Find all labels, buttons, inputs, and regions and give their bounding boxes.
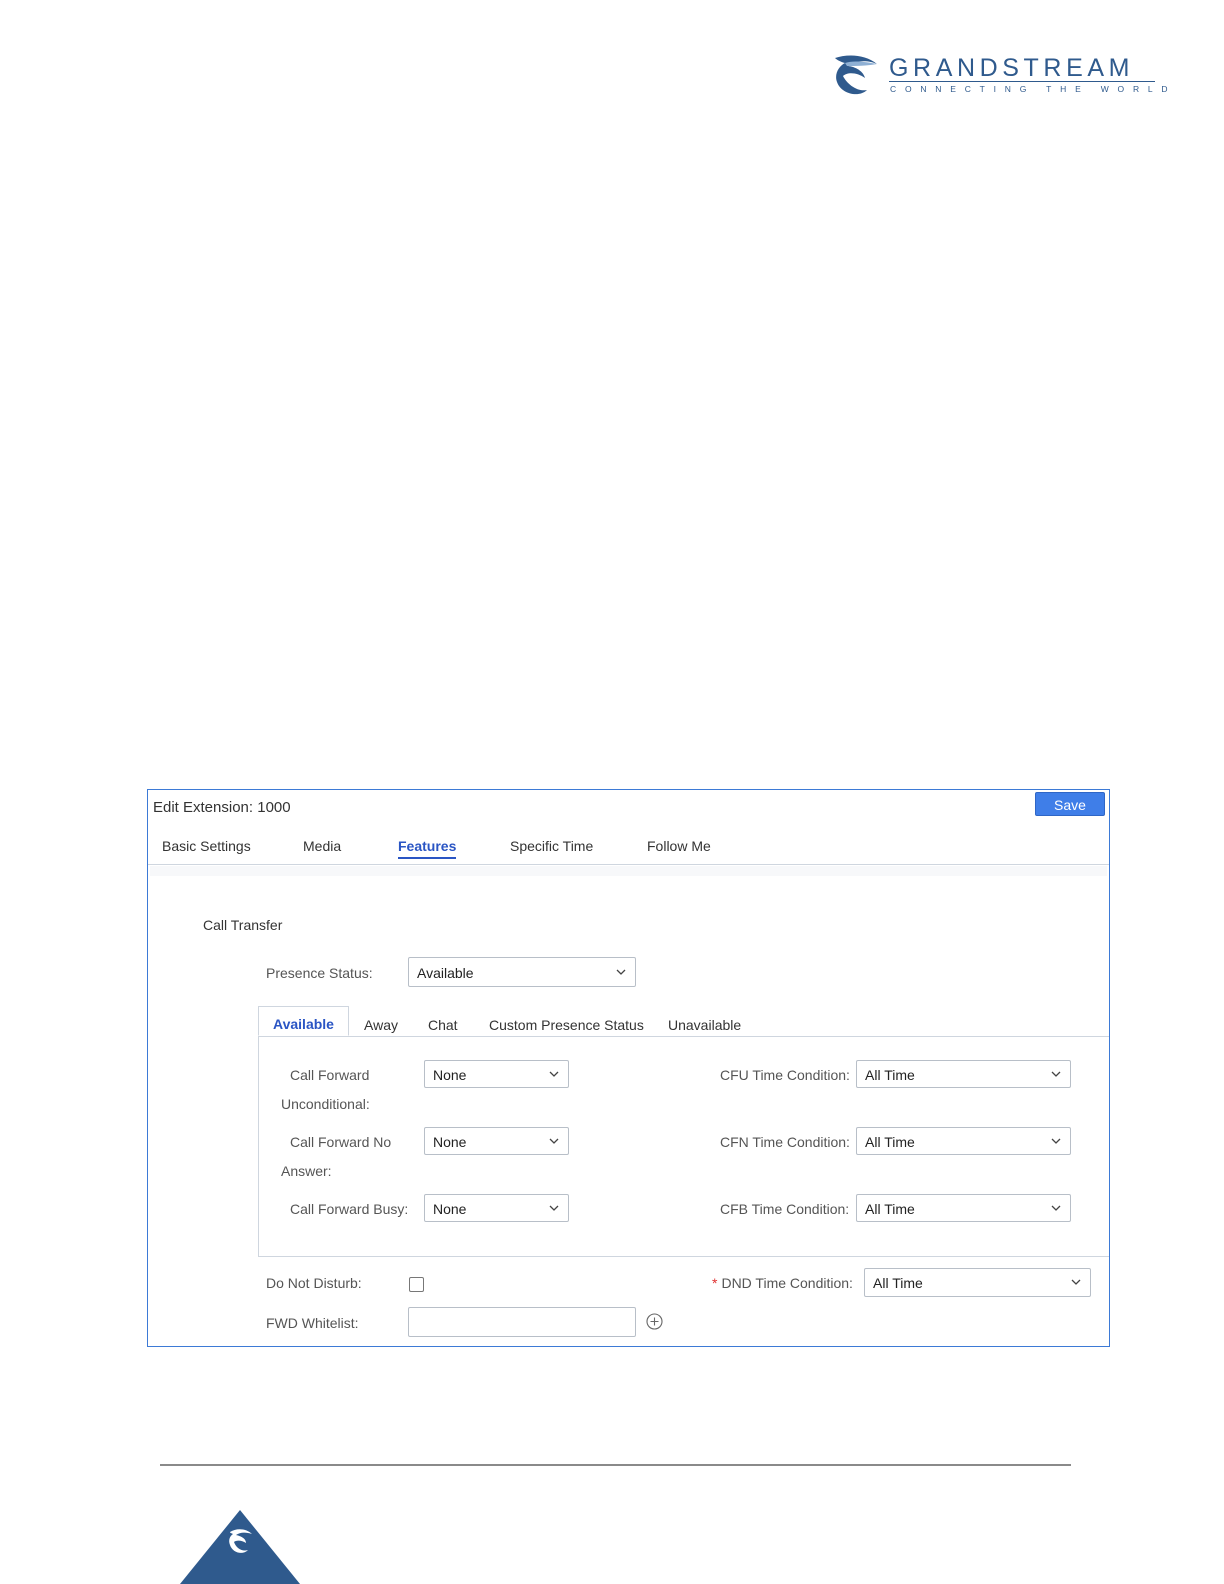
dnd-time-condition-label: * DND Time Condition: (712, 1275, 853, 1291)
cfu-time-condition-value: All Time (865, 1067, 915, 1083)
cfb-select[interactable]: None (424, 1194, 569, 1222)
cfb-time-condition-label: CFB Time Condition: (720, 1201, 850, 1217)
dnd-time-condition-select[interactable]: All Time (864, 1268, 1091, 1297)
chevron-down-icon (549, 1205, 559, 1211)
brand-rule (889, 81, 1155, 82)
section-title-call-transfer: Call Transfer (203, 917, 283, 933)
tab-specific-time[interactable]: Specific Time (510, 838, 593, 854)
presence-status-select[interactable]: Available (408, 957, 636, 987)
dnd-checkbox[interactable] (409, 1277, 424, 1292)
fwd-whitelist-input[interactable] (408, 1307, 636, 1337)
cfb-time-condition-select[interactable]: All Time (856, 1194, 1071, 1222)
content-band (150, 866, 1107, 876)
chevron-down-icon (549, 1071, 559, 1077)
cfn-label-line2: Answer: (281, 1163, 332, 1179)
cfu-value: None (433, 1067, 467, 1083)
tab-basic-settings[interactable]: Basic Settings (162, 838, 251, 854)
save-button[interactable]: Save (1035, 792, 1105, 816)
tab-presence-chat[interactable]: Chat (428, 1017, 458, 1033)
page-title: Edit Extension: 1000 (153, 799, 291, 816)
cfb-value: None (433, 1201, 467, 1217)
tab-presence-custom[interactable]: Custom Presence Status (489, 1017, 644, 1033)
cfb-label: Call Forward Busy: (290, 1201, 409, 1217)
grandstream-logo: GRANDSTREAM CONNECTING THE WORLD (833, 54, 1168, 100)
cfb-time-condition-value: All Time (865, 1201, 915, 1217)
cfu-time-condition-select[interactable]: All Time (856, 1060, 1071, 1088)
fwd-whitelist-label: FWD Whitelist: (266, 1315, 359, 1331)
tab-presence-unavailable[interactable]: Unavailable (668, 1017, 741, 1033)
chevron-down-icon (549, 1138, 559, 1144)
edit-extension-panel: Edit Extension: 1000 Save Basic Settings… (147, 789, 1110, 1347)
chevron-down-icon (1051, 1205, 1061, 1211)
cfn-label-line1: Call Forward No (290, 1134, 392, 1150)
presence-status-label: Presence Status: (266, 965, 373, 981)
chevron-down-icon (1051, 1071, 1061, 1077)
cfu-label-line2: Unconditional: (281, 1096, 370, 1112)
chevron-down-icon (616, 969, 626, 975)
chevron-down-icon (1071, 1279, 1081, 1285)
cfn-time-condition-value: All Time (865, 1134, 915, 1150)
required-mark: * (712, 1275, 718, 1291)
footer-divider (160, 1464, 1071, 1466)
add-circle-icon[interactable] (646, 1313, 663, 1330)
cfu-label-line1: Call Forward (290, 1067, 370, 1083)
cfn-time-condition-select[interactable]: All Time (856, 1127, 1071, 1155)
presence-status-value: Available (417, 965, 474, 981)
cfn-select[interactable]: None (424, 1127, 569, 1155)
tab-follow-me[interactable]: Follow Me (647, 838, 711, 854)
cfn-time-condition-label: CFN Time Condition: (720, 1134, 850, 1150)
presence-tabs: Available Away Chat Custom Presence Stat… (258, 1006, 1109, 1037)
dnd-label: Do Not Disturb: (266, 1275, 362, 1291)
brand-name: GRANDSTREAM (889, 54, 1135, 82)
footer-logo-icon (180, 1510, 300, 1584)
cfn-value: None (433, 1134, 467, 1150)
tab-features[interactable]: Features (398, 838, 457, 859)
cfu-select[interactable]: None (424, 1060, 569, 1088)
tab-media[interactable]: Media (303, 838, 341, 854)
cfu-time-condition-label: CFU Time Condition: (720, 1067, 850, 1083)
grandstream-swirl-icon (835, 55, 877, 95)
tab-presence-away[interactable]: Away (364, 1017, 398, 1033)
brand-tagline: CONNECTING THE WORLD (890, 84, 1177, 94)
tab-presence-available[interactable]: Available (258, 1006, 349, 1036)
dnd-time-condition-text: DND Time Condition: (721, 1275, 853, 1291)
chevron-down-icon (1051, 1138, 1061, 1144)
extension-tabs: Basic Settings Media Features Specific T… (148, 834, 1109, 865)
dnd-time-condition-value: All Time (873, 1275, 923, 1291)
